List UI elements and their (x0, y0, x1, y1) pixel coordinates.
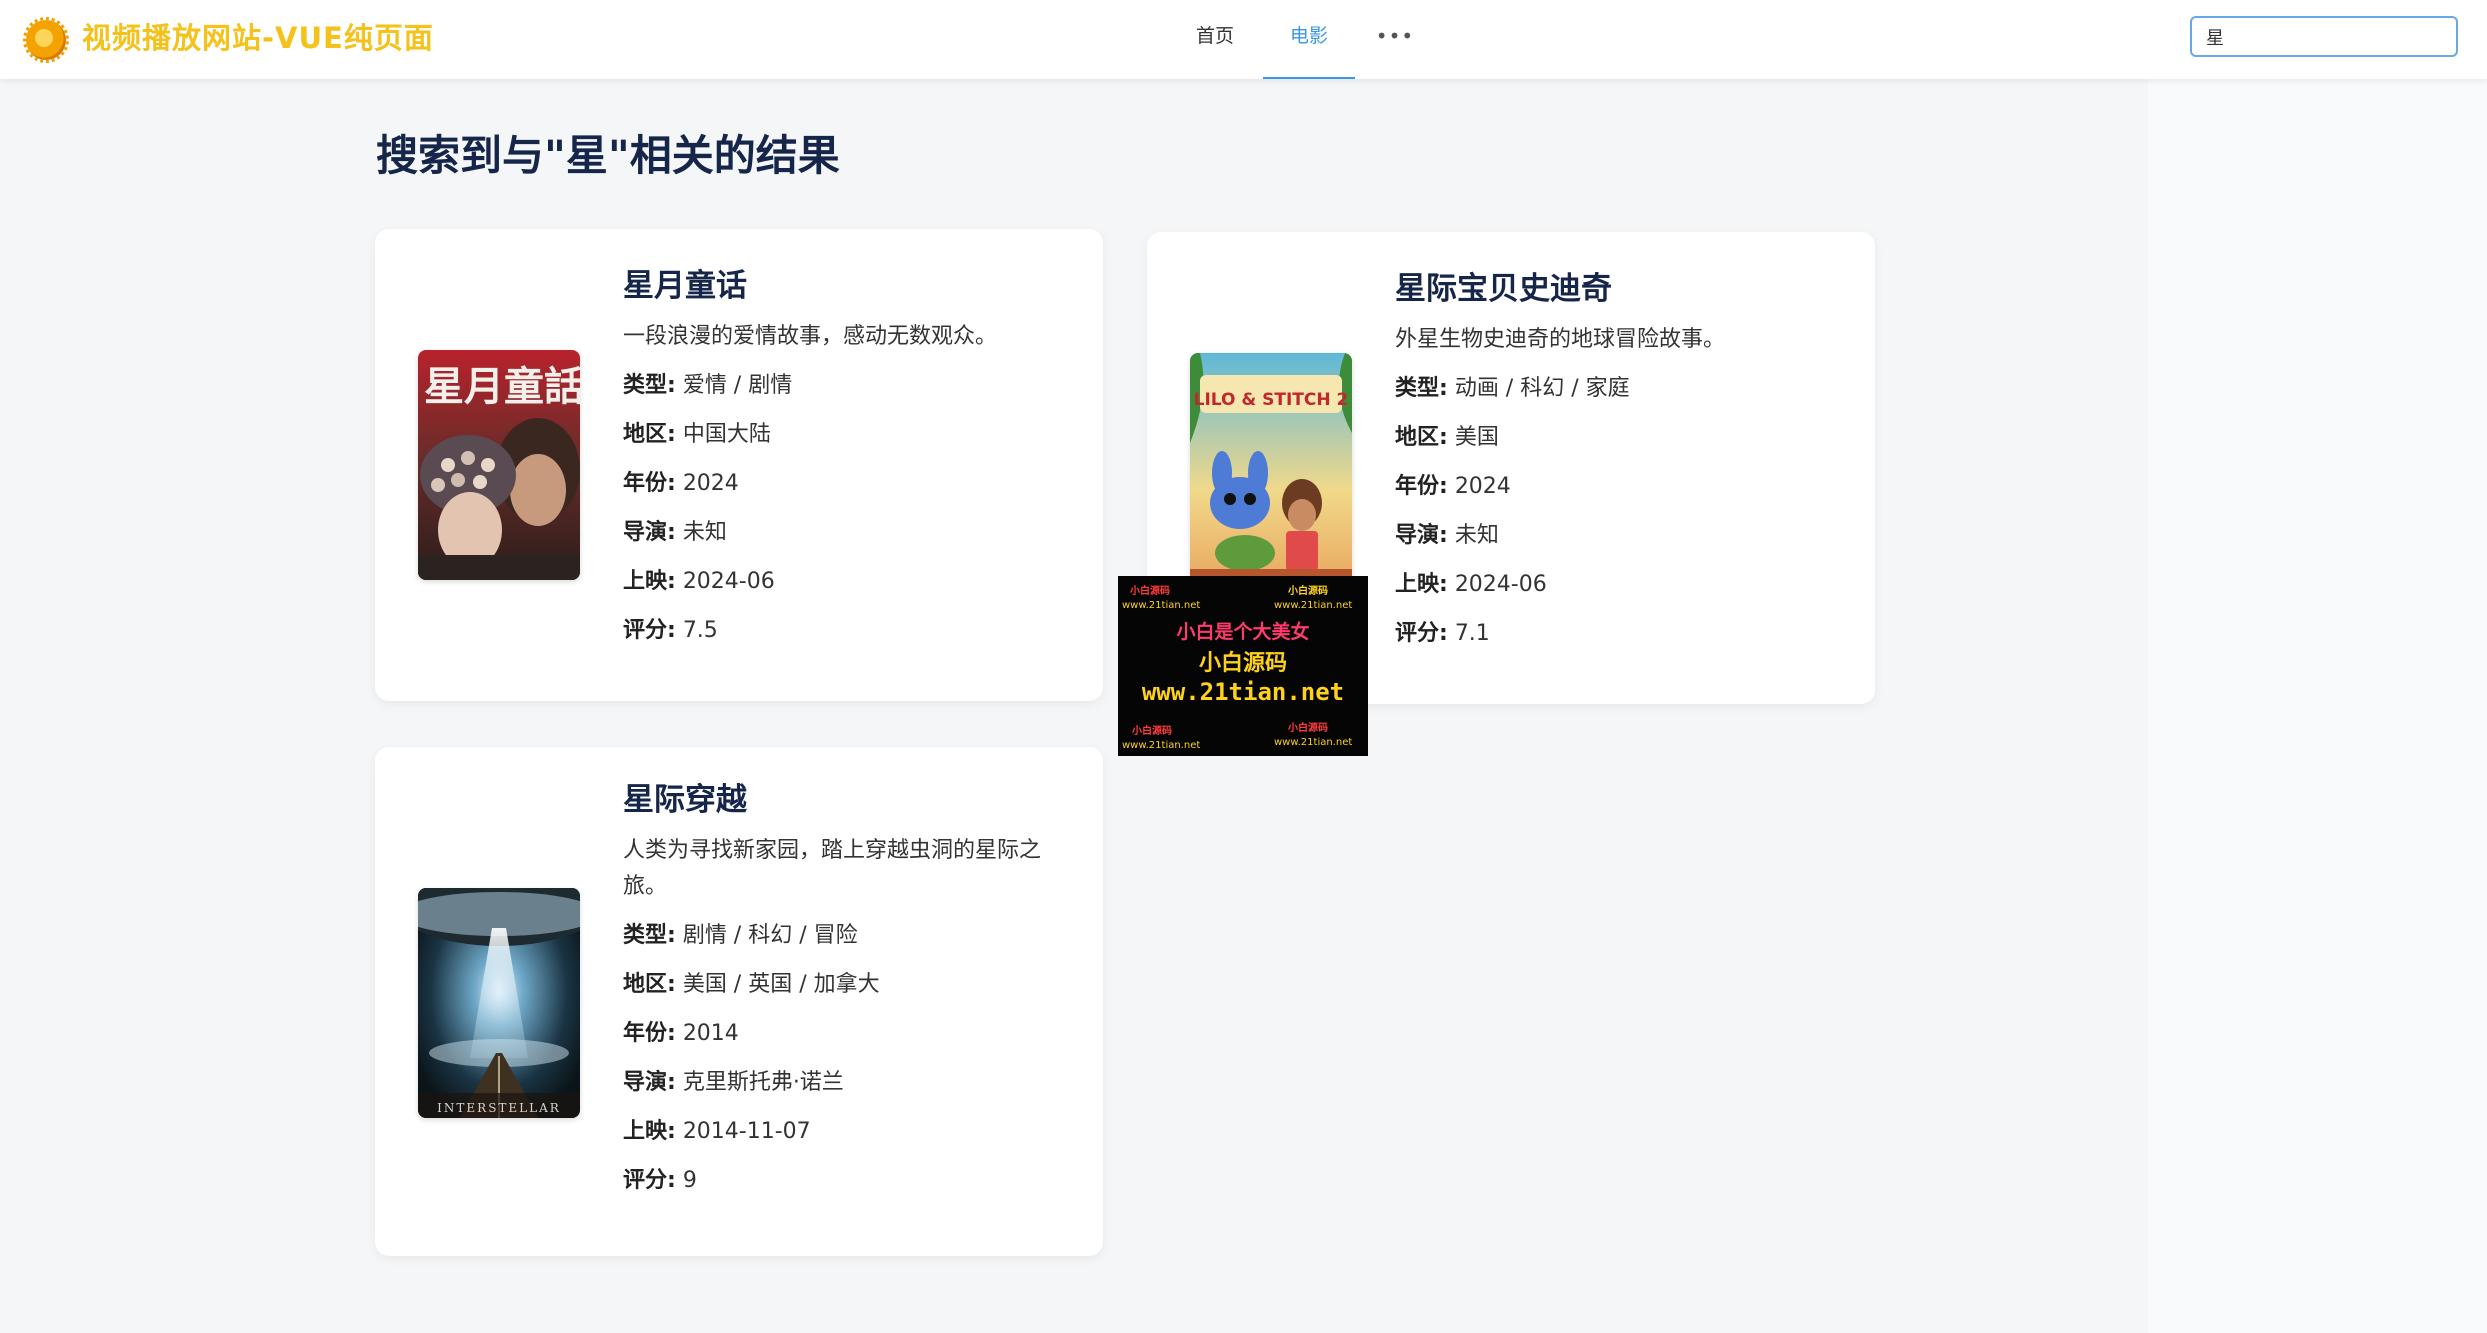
watermark-text: www.21tian.net (1274, 600, 1352, 611)
poster-title-text: 星月童話 (424, 363, 580, 410)
watermark-text: www.21tian.net (1122, 740, 1200, 751)
year-row: 年份: 2024 (623, 471, 739, 496)
rating-row: 评分: 7.5 (623, 618, 718, 643)
rating-row: 评分: 9 (623, 1168, 697, 1193)
region-row: 地区: 美国 / 英国 / 加拿大 (623, 972, 880, 997)
rating-value: 7.5 (682, 618, 718, 643)
year-value: 2014 (682, 1021, 739, 1046)
year-row: 年份: 2014 (623, 1021, 739, 1046)
watermark-text: 小白源码 (1199, 650, 1287, 676)
region-row: 地区: 美国 (1395, 425, 1499, 450)
region-row: 地区: 中国大陆 (623, 422, 771, 447)
movie-poster[interactable]: 星月童話 (418, 350, 580, 580)
sun-logo-icon (23, 17, 69, 63)
region-value: 美国 / 英国 / 加拿大 (682, 972, 880, 997)
watermark-text: 小白源码 (1287, 584, 1328, 597)
nav-item-home[interactable]: 首页 (1175, 0, 1255, 77)
movie-title[interactable]: 星际穿越 (623, 777, 1073, 823)
watermark-text: www.21tian.net (1122, 600, 1200, 611)
director-row: 导演: 未知 (623, 520, 727, 545)
watermark-text: 小白源码 (1129, 584, 1170, 597)
genre-value: 剧情 / 科幻 / 冒险 (682, 923, 858, 948)
genre-value: 爱情 / 剧情 (682, 373, 793, 398)
watermark-image: 小白源码 www.21tian.net 小白源码 www.21tian.net … (1122, 584, 1352, 751)
site-title[interactable]: 视频播放网站-VUE纯页面 (82, 18, 434, 58)
region-value: 美国 (1454, 425, 1499, 450)
movie-card[interactable]: INTERSTELLAR 星际穿越 人类为寻找新家园，踏上穿越虫洞的星际之旅。 … (375, 747, 1103, 1256)
watermark-text: www.21tian.net (1142, 678, 1344, 706)
nav-item-movie[interactable]: 电影 (1263, 0, 1355, 79)
rating-row: 评分: 7.1 (1395, 621, 1490, 646)
movie-poster[interactable]: LILO & STITCH 2 (1190, 353, 1352, 583)
movie-desc: 人类为寻找新家园，踏上穿越虫洞的星际之旅。 (623, 838, 1042, 899)
movie-card[interactable]: 星月童話 星月童话 一段浪漫的爱情故事，感动无数观众。 类型: 爱情 / 剧情 … (375, 229, 1103, 701)
director-value: 未知 (1454, 523, 1499, 548)
release-row: 上映: 2014-11-07 (623, 1119, 811, 1144)
movie-desc: 外星生物史迪奇的地球冒险故事。 (1395, 327, 1726, 352)
director-row: 导演: 未知 (1395, 523, 1499, 548)
release-row: 上映: 2024-06 (623, 569, 775, 594)
poster-title-text: INTERSTELLAR (437, 1101, 561, 1115)
page-title: 搜索到与"星"相关的结果 (376, 131, 840, 180)
rating-value: 9 (682, 1168, 697, 1193)
movie-desc: 一段浪漫的爱情故事，感动无数观众。 (623, 324, 998, 349)
movie-title[interactable]: 星月童话 (623, 263, 1073, 309)
right-gutter (2148, 79, 2487, 1333)
poster-image: 星月童話 (418, 350, 580, 580)
year-value: 2024 (1454, 474, 1511, 499)
watermark-text: www.21tian.net (1274, 737, 1352, 748)
genre-row: 类型: 爱情 / 剧情 (623, 373, 793, 398)
director-row: 导演: 克里斯托弗·诺兰 (623, 1070, 844, 1095)
release-value: 2024-06 (1454, 572, 1547, 597)
top-header: 视频播放网站-VUE纯页面 首页 电影 ••• (0, 0, 2487, 79)
genre-row: 类型: 剧情 / 科幻 / 冒险 (623, 923, 858, 948)
year-value: 2024 (682, 471, 739, 496)
year-row: 年份: 2024 (1395, 474, 1511, 499)
movie-title[interactable]: 星际宝贝史迪奇 (1395, 266, 1845, 312)
release-row: 上映: 2024-06 (1395, 572, 1547, 597)
release-value: 2014-11-07 (682, 1119, 811, 1144)
watermark-overlay: 小白源码 www.21tian.net 小白源码 www.21tian.net … (1118, 576, 1368, 756)
movie-info: 星际穿越 人类为寻找新家园，踏上穿越虫洞的星际之旅。 类型: 剧情 / 科幻 /… (623, 777, 1073, 1199)
watermark-text: 小白源码 (1131, 724, 1172, 737)
poster-title-text: LILO & STITCH 2 (1194, 390, 1349, 410)
poster-image: INTERSTELLAR (418, 888, 580, 1118)
watermark-text: 小白源码 (1287, 721, 1328, 734)
rating-value: 7.1 (1454, 621, 1490, 646)
region-value: 中国大陆 (682, 422, 771, 447)
director-value: 未知 (682, 520, 727, 545)
genre-row: 类型: 动画 / 科幻 / 家庭 (1395, 376, 1630, 401)
director-value: 克里斯托弗·诺兰 (682, 1070, 844, 1095)
movie-info: 星际宝贝史迪奇 外星生物史迪奇的地球冒险故事。 类型: 动画 / 科幻 / 家庭… (1395, 266, 1845, 652)
movie-info: 星月童话 一段浪漫的爱情故事，感动无数观众。 类型: 爱情 / 剧情 地区: 中… (623, 263, 1073, 649)
poster-image: LILO & STITCH 2 (1190, 353, 1352, 583)
nav-more-icon[interactable]: ••• (1365, 0, 1425, 77)
release-value: 2024-06 (682, 569, 775, 594)
watermark-text: 小白是个大美女 (1176, 620, 1309, 643)
search-input[interactable] (2190, 16, 2458, 57)
movie-poster[interactable]: INTERSTELLAR (418, 888, 580, 1118)
genre-value: 动画 / 科幻 / 家庭 (1454, 376, 1630, 401)
